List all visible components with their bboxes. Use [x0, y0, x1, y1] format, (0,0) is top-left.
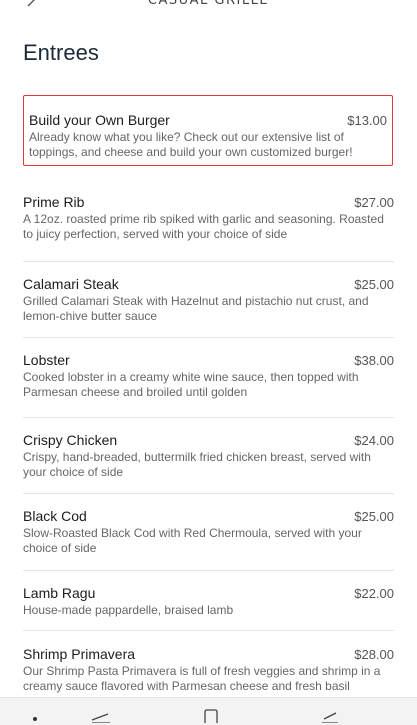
back-icon[interactable]	[318, 709, 340, 723]
menu-item-build-your-own-burger[interactable]: Build your Own Burger $13.00 Already kno…	[23, 95, 393, 166]
menu-item-name: Lamb Ragu	[23, 585, 96, 601]
menu-item-price: $24.00	[354, 433, 394, 448]
menu-item-calamari-steak[interactable]: Calamari Steak $25.00 Grilled Calamari S…	[23, 262, 394, 338]
menu-item-price: $25.00	[354, 509, 394, 524]
menu-item-name: Prime Rib	[23, 194, 85, 210]
menu-item-name: Calamari Steak	[23, 276, 119, 292]
menu-item-prime-rib[interactable]: Prime Rib $27.00 A 12oz. roasted prime r…	[23, 184, 394, 262]
menu-item-crispy-chicken[interactable]: Crispy Chicken $24.00 Crispy, hand-bread…	[23, 418, 394, 494]
page-title: Entrees	[23, 40, 99, 65]
menu-item-description: A 12oz. roasted prime rib spiked with ga…	[23, 212, 384, 241]
restaurant-name: CASUAL GRILLE	[147, 0, 270, 8]
menu-item-shrimp-primavera[interactable]: Shrimp Primavera $28.00 Our Shrimp Pasta…	[23, 631, 394, 694]
menu-item-price: $13.00	[347, 113, 387, 128]
menu-item-name: Build your Own Burger	[29, 112, 170, 128]
menu-item-description: Crispy, hand-breaded, buttermilk fried c…	[23, 450, 371, 479]
menu-item-name: Lobster	[23, 352, 70, 368]
menu-item-name: Shrimp Primavera	[23, 646, 136, 662]
menu-item-lamb-ragu[interactable]: Lamb Ragu $22.00 House-made pappardelle,…	[23, 571, 394, 631]
menu-item-description: House-made pappardelle, braised lamb	[23, 603, 234, 617]
menu-item-name: Black Cod	[23, 508, 87, 524]
menu-item-name: Crispy Chicken	[23, 432, 118, 448]
system-nav-bar	[0, 697, 417, 725]
menu-item-black-cod[interactable]: Black Cod $25.00 Slow-Roasted Black Cod …	[23, 494, 394, 571]
home-icon[interactable]	[203, 709, 219, 723]
menu-item-price: $38.00	[354, 353, 394, 368]
nav-dot-icon	[33, 717, 37, 721]
menu-item-description: Grilled Calamari Steak with Hazelnut and…	[23, 294, 369, 323]
recent-apps-icon[interactable]	[90, 709, 112, 723]
menu-item-lobster[interactable]: Lobster $38.00 Cooked lobster in a cream…	[23, 338, 394, 418]
menu-item-price: $27.00	[354, 195, 394, 210]
top-bar: CASUAL GRILLE	[0, 0, 417, 14]
menu-item-description: Slow-Roasted Black Cod with Red Chermoul…	[23, 526, 362, 555]
menu-item-price: $22.00	[354, 586, 394, 601]
menu-item-price: $25.00	[354, 277, 394, 292]
menu-item-description: Cooked lobster in a creamy white wine sa…	[23, 370, 359, 399]
menu-item-description: Our Shrimp Pasta Primavera is full of fr…	[23, 664, 381, 693]
menu-screen: CASUAL GRILLE Entrees Build your Own Bur…	[0, 0, 417, 725]
menu-item-price: $28.00	[354, 647, 394, 662]
menu-list: Build your Own Burger $13.00 Already kno…	[0, 95, 417, 694]
menu-item-description: Already know what you like? Check out ou…	[29, 130, 353, 159]
